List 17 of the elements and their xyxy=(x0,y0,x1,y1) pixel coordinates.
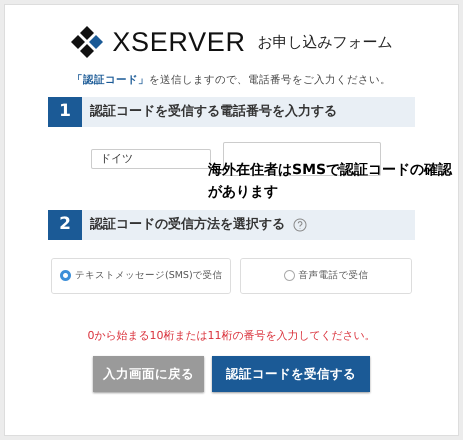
form-subtitle: お申し込みフォーム xyxy=(258,32,393,53)
error-message: 0から始まる10桁または11桁の番号を入力してください。 xyxy=(86,328,376,344)
overlay-note: 海外在住者はSMSで認証コードの確認があります xyxy=(208,161,454,202)
submit-button[interactable]: 認証コードを受信する xyxy=(212,356,370,392)
help-icon[interactable] xyxy=(293,218,307,232)
step-title: 認証コードを受信する電話番号を入力する xyxy=(90,102,337,121)
radio-option[interactable]: 音声電話で受信 xyxy=(240,258,412,294)
lead-text: 「認証コード」を送信しますので、電話番号をご入力ください。 xyxy=(71,73,392,88)
step-number: 1 xyxy=(48,96,82,127)
radio-option[interactable]: テキストメッセージ(SMS)で受信 xyxy=(51,258,231,294)
step-number: 2 xyxy=(48,210,82,240)
phone-field[interactable] xyxy=(223,142,381,176)
logo-text: XSERVER xyxy=(112,28,246,56)
radio-label: テキストメッセージ(SMS)で受信 xyxy=(75,268,223,283)
radio-label: 音声電話で受信 xyxy=(298,268,368,283)
step-title: 認証コードの受信方法を選択する xyxy=(90,216,285,234)
logo-icon xyxy=(70,25,104,59)
